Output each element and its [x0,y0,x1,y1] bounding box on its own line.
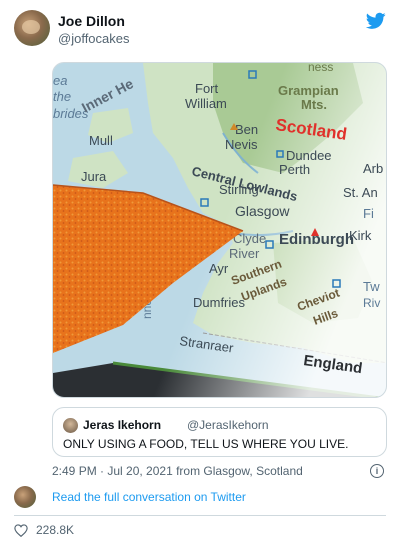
map-label-ness: ness [308,63,333,74]
map-label-perth: Perth [279,162,310,177]
map-label-glasgow: Glasgow [235,203,290,219]
map-label-riv: Riv [363,296,380,310]
map-label-mull: Mull [89,133,113,148]
quoted-tweet[interactable]: Jeras Ikehorn @JerasIkehorn ONLY USING A… [52,407,387,457]
map-label-fi: Fi [363,206,374,221]
tweet-timestamp[interactable]: 2:49 PM · Jul 20, 2021 from Glasgow, Sco… [52,464,303,478]
map-label-arb: Arb [363,161,383,176]
map-label-ben: Ben [235,122,258,137]
twitter-bird-icon[interactable] [366,12,386,30]
author-avatar[interactable] [14,10,50,46]
like-count: 228.8K [36,523,75,537]
map-label-tw: Tw [363,279,380,294]
map-label-nevis: Nevis [225,137,258,152]
map-label-ayr: Ayr [209,261,229,276]
info-icon[interactable]: i [370,464,384,478]
quoted-author-avatar [63,418,78,433]
scotland-map-photo: ea the brides Inner He Fort William Gram… [53,63,386,397]
map-label-dumfries: Dumfries [193,295,246,310]
map-label-grampian: Grampian [278,83,339,98]
quoted-author-name: Jeras Ikehorn [83,418,162,432]
map-label-william: William [185,96,227,111]
tweet-photo[interactable]: ea the brides Inner He Fort William Gram… [52,62,387,398]
quoted-author-handle: @JerasIkehorn [187,418,269,432]
map-label-fort: Fort [195,81,219,96]
map-label-jura: Jura [81,169,107,184]
conversation-avatar [14,486,36,508]
map-label-dundee: Dundee [286,148,332,163]
author-handle[interactable]: @joffocakes [58,31,130,46]
map-label-the: the [53,89,71,104]
heart-icon[interactable] [14,524,28,537]
map-label-river: River [229,246,260,261]
read-conversation-link[interactable]: Read the full conversation on Twitter [52,490,246,504]
author-name[interactable]: Joe Dillon [58,13,125,29]
tweet-header: Joe Dillon @joffocakes [14,10,386,50]
map-label-st-andrews: St. An [343,185,378,200]
map-label-sea: ea [53,73,67,88]
map-label-mts: Mts. [301,97,327,112]
map-label-stirling: Stirling [219,182,259,197]
quoted-tweet-text: ONLY USING A FOOD, TELL US WHERE YOU LIV… [63,437,349,451]
conversation-row[interactable]: Read the full conversation on Twitter [14,486,386,508]
divider [14,515,386,516]
